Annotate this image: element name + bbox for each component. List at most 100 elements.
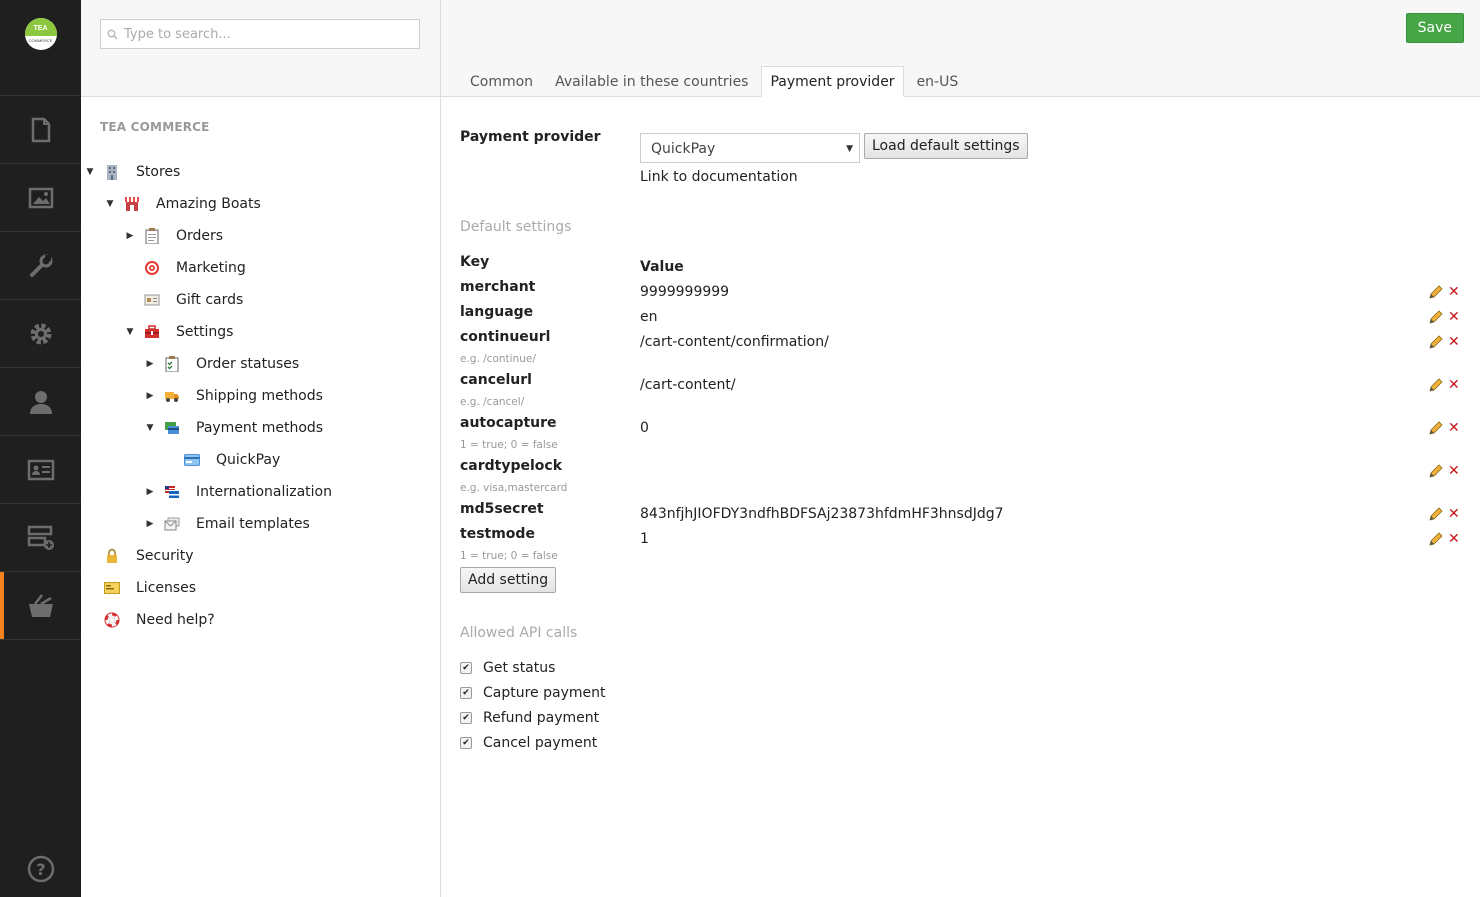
media-icon — [28, 187, 53, 208]
api-call-get-status[interactable]: ✔ Get status — [460, 660, 555, 676]
expanded-arrow-icon[interactable]: ▼ — [125, 327, 135, 337]
api-call-refund-payment[interactable]: ✔ Refund payment — [460, 710, 599, 726]
delete-x-icon[interactable]: ✕ — [1448, 421, 1460, 435]
delete-x-icon[interactable]: ✕ — [1448, 507, 1460, 521]
tree-item-orders[interactable]: ▶ Orders — [81, 220, 441, 252]
tree-item-label: Shipping methods — [196, 388, 323, 404]
tree-item-stores[interactable]: ▼ Stores — [81, 156, 441, 188]
setting-hint: e.g. visa,mastercard — [460, 482, 568, 494]
tab-en-us[interactable]: en-US — [908, 66, 968, 97]
tree-item-gift-cards[interactable]: Gift cards — [81, 284, 441, 316]
expanded-arrow-icon[interactable]: ▼ — [85, 167, 95, 177]
lock-icon — [104, 548, 120, 564]
collapsed-arrow-icon[interactable]: ▶ — [145, 487, 155, 497]
content-icon — [31, 117, 50, 142]
tree-item-order-statuses[interactable]: ▶ Order statuses — [81, 348, 441, 380]
tree-item-licenses[interactable]: Licenses — [81, 572, 441, 604]
app-sidebar: TEA COMMERCE ? — [0, 0, 81, 897]
setting-key: testmode — [460, 526, 535, 542]
api-call-cancel-payment[interactable]: ✔ Cancel payment — [460, 735, 597, 751]
tree-item-need-help[interactable]: Need help? — [81, 604, 441, 636]
row-actions: ✕ — [1428, 531, 1460, 547]
tree-item-marketing[interactable]: Marketing — [81, 252, 441, 284]
developer-section-button[interactable] — [0, 232, 81, 300]
edit-pencil-icon[interactable] — [1428, 377, 1444, 393]
delete-x-icon[interactable]: ✕ — [1448, 285, 1460, 299]
toolbox-icon — [144, 324, 160, 340]
tree-item-settings[interactable]: ▼ Settings — [81, 316, 441, 348]
edit-pencil-icon[interactable] — [1428, 284, 1444, 300]
edit-pencil-icon[interactable] — [1428, 309, 1444, 325]
tab-payment-provider[interactable]: Payment provider — [761, 66, 904, 97]
help-button[interactable]: ? — [0, 855, 81, 883]
expanded-arrow-icon[interactable]: ▼ — [105, 199, 115, 209]
checkbox-checked[interactable]: ✔ — [460, 712, 472, 724]
setting-value: en — [640, 309, 658, 325]
delete-x-icon[interactable]: ✕ — [1448, 335, 1460, 349]
tab-available-countries[interactable]: Available in these countries — [546, 66, 757, 97]
edit-pencil-icon[interactable] — [1428, 531, 1444, 547]
tree-item-shipping-methods[interactable]: ▶ Shipping methods — [81, 380, 441, 412]
truck-icon — [164, 388, 180, 404]
svg-text:?: ? — [36, 860, 45, 879]
setting-hint: e.g. /cancel/ — [460, 396, 525, 408]
content-section-button[interactable] — [0, 96, 81, 164]
tea-commerce-icon — [28, 593, 53, 617]
default-settings-title: Default settings — [460, 219, 572, 235]
setting-value: 0 — [640, 420, 649, 436]
forms-section-button[interactable] — [0, 504, 81, 572]
tree-item-payment-methods[interactable]: ▼ Payment methods — [81, 412, 441, 444]
help-icon: ? — [27, 855, 54, 883]
delete-x-icon[interactable]: ✕ — [1448, 464, 1460, 478]
payment-icon — [164, 420, 180, 436]
checkbox-checked[interactable]: ✔ — [460, 687, 472, 699]
media-section-button[interactable] — [0, 164, 81, 232]
payment-provider-select[interactable]: QuickPay ▼ — [640, 133, 860, 163]
collapsed-arrow-icon[interactable]: ▶ — [125, 231, 135, 241]
edit-pencil-icon[interactable] — [1428, 420, 1444, 436]
tree-item-label: Amazing Boats — [156, 196, 261, 212]
tree-item-label: Orders — [176, 228, 224, 244]
checkbox-checked[interactable]: ✔ — [460, 737, 472, 749]
add-setting-button[interactable]: Add setting — [460, 567, 557, 593]
setting-key: merchant — [460, 279, 536, 295]
users-section-button[interactable] — [0, 368, 81, 436]
collapsed-arrow-icon[interactable]: ▶ — [145, 519, 155, 529]
delete-x-icon[interactable]: ✕ — [1448, 532, 1460, 546]
tree-item-label: QuickPay — [216, 452, 281, 468]
value-column-header: Value — [640, 259, 684, 275]
search-box[interactable] — [100, 19, 420, 49]
tree-item-quickpay[interactable]: QuickPay — [81, 444, 441, 476]
search-input[interactable] — [124, 26, 404, 42]
setting-key: language — [460, 304, 534, 320]
edit-pencil-icon[interactable] — [1428, 506, 1444, 522]
edit-pencil-icon[interactable] — [1428, 463, 1444, 479]
tree-item-internationalization[interactable]: ▶ Internationalization — [81, 476, 441, 508]
checkbox-checked[interactable]: ✔ — [460, 662, 472, 674]
setting-key: cancelurl — [460, 372, 532, 388]
delete-x-icon[interactable]: ✕ — [1448, 378, 1460, 392]
tree-item-amazing-boats[interactable]: ▼ Amazing Boats — [81, 188, 441, 220]
api-call-capture-payment[interactable]: ✔ Capture payment — [460, 685, 605, 701]
collapsed-arrow-icon[interactable]: ▶ — [145, 359, 155, 369]
tree-item-label: Marketing — [176, 260, 246, 276]
load-default-settings-button[interactable]: Load default settings — [864, 133, 1028, 159]
tab-common[interactable]: Common — [461, 66, 542, 97]
collapsed-arrow-icon[interactable]: ▶ — [145, 391, 155, 401]
expanded-arrow-icon[interactable]: ▼ — [145, 423, 155, 433]
setting-value: 1 — [640, 531, 649, 547]
documentation-link[interactable]: Link to documentation — [640, 169, 798, 185]
settings-section-button[interactable] — [0, 300, 81, 368]
tree-item-label: Security — [136, 548, 194, 564]
tree-item-email-templates[interactable]: ▶ Email templates — [81, 508, 441, 540]
row-actions: ✕ — [1428, 506, 1460, 522]
tea-commerce-section-button[interactable] — [0, 572, 81, 640]
allowed-api-calls-title: Allowed API calls — [460, 625, 578, 641]
edit-pencil-icon[interactable] — [1428, 334, 1444, 350]
api-call-label: Get status — [483, 660, 556, 676]
tree-item-security[interactable]: Security — [81, 540, 441, 572]
delete-x-icon[interactable]: ✕ — [1448, 310, 1460, 324]
save-button[interactable]: Save — [1405, 13, 1464, 43]
logo[interactable]: TEA COMMERCE — [0, 0, 81, 96]
members-section-button[interactable] — [0, 436, 81, 504]
